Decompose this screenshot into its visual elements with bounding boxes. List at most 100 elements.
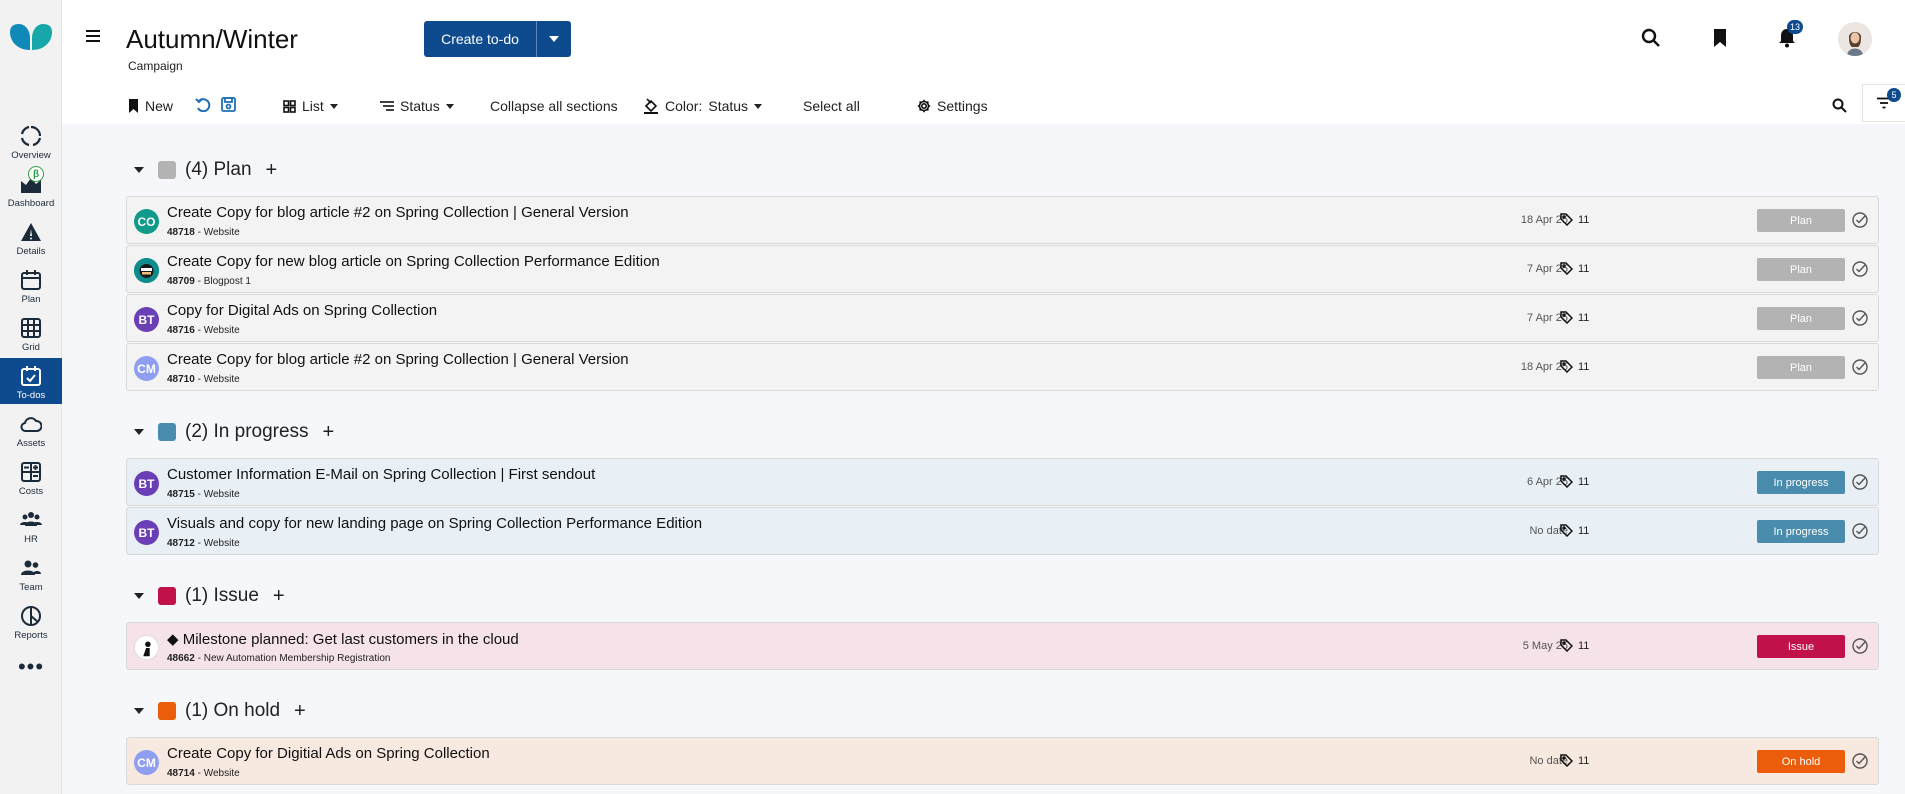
save-icon[interactable] <box>221 97 236 112</box>
select-all-button[interactable]: Select all <box>803 96 860 116</box>
new-view-button[interactable]: New <box>128 96 173 116</box>
todo-channel: Website <box>203 374 240 385</box>
status-badge[interactable]: On hold <box>1757 750 1845 773</box>
complete-check-icon[interactable] <box>1851 637 1869 655</box>
todo-meta: 48718 - Website <box>167 227 240 238</box>
search-list-icon[interactable] <box>1832 98 1847 113</box>
add-todo-plus-icon[interactable]: + <box>266 159 278 182</box>
todo-row[interactable]: Create Copy for new blog article on Spri… <box>126 245 1879 293</box>
meta-separator: - <box>197 325 201 336</box>
complete-check-icon[interactable] <box>1851 473 1869 491</box>
todo-title: Visuals and copy for new landing page on… <box>167 515 703 532</box>
status-badge[interactable]: Plan <box>1757 307 1845 330</box>
create-todo-button[interactable]: Create to-do <box>424 21 536 57</box>
complete-check-icon[interactable] <box>1851 211 1869 229</box>
section-collapse-caret-icon[interactable] <box>134 593 144 599</box>
create-todo-dropdown-button[interactable] <box>536 21 571 57</box>
todo-id: 48662 <box>167 653 195 664</box>
tag-icon <box>1560 639 1573 652</box>
sidebar-item-team[interactable]: Team <box>0 550 62 596</box>
tag-icon <box>1560 360 1573 373</box>
tag-icon <box>1560 524 1573 537</box>
settings-button[interactable]: Settings <box>917 96 988 116</box>
meta-separator: - <box>197 276 201 287</box>
todo-title: Create Copy for blog article #2 on Sprin… <box>167 204 629 221</box>
notification-count-badge: 13 <box>1787 20 1804 34</box>
person-silhouette-icon <box>135 636 158 659</box>
sidebar-item-costs[interactable]: Costs <box>0 454 62 500</box>
search-icon[interactable] <box>1641 28 1661 48</box>
bookmark-icon[interactable] <box>1710 28 1730 48</box>
todo-meta: 48710 - Website <box>167 374 240 385</box>
assignee-avatar: CM <box>134 356 159 381</box>
section-header-in-progress: (2) In progress + <box>134 420 334 444</box>
add-todo-plus-icon[interactable]: + <box>323 421 335 444</box>
complete-check-icon[interactable] <box>1851 358 1869 376</box>
todo-tag-count: 11 <box>1560 639 1589 652</box>
sidebar-item-dashboard[interactable]: β Dashboard <box>0 166 62 212</box>
sidebar-item-label: Reports <box>14 630 48 641</box>
tag-count-value: 11 <box>1578 311 1590 324</box>
section-collapse-caret-icon[interactable] <box>134 708 144 714</box>
section-collapse-caret-icon[interactable] <box>134 429 144 435</box>
add-todo-plus-icon[interactable]: + <box>294 700 306 723</box>
todo-tag-count: 11 <box>1560 475 1589 488</box>
sidebar-item-overview[interactable]: Overview <box>0 118 62 164</box>
user-avatar[interactable] <box>1838 22 1872 56</box>
more-menu-icon[interactable]: ••• <box>0 656 62 678</box>
todo-tag-count: 11 <box>1560 754 1589 767</box>
sidebar-item-label: Plan <box>21 294 41 305</box>
chevron-down-icon <box>754 103 763 109</box>
notifications-button[interactable]: 13 <box>1777 20 1804 48</box>
section-collapse-caret-icon[interactable] <box>134 167 144 173</box>
todo-row[interactable]: ◆ Milestone planned: Get last customers … <box>126 622 1879 670</box>
sidebar-item-reports[interactable]: Reports <box>0 598 62 644</box>
view-type-dropdown[interactable]: List <box>283 96 338 116</box>
todo-id: 48710 <box>167 374 195 385</box>
cloud-icon <box>20 417 42 432</box>
color-by-dropdown[interactable]: Color: Status <box>643 96 763 116</box>
assignee-avatar: CM <box>134 750 159 775</box>
todo-row[interactable]: CM Create Copy for blog article #2 on Sp… <box>126 343 1879 391</box>
status-badge[interactable]: Plan <box>1757 258 1845 281</box>
add-todo-plus-icon[interactable]: + <box>273 585 285 608</box>
complete-check-icon[interactable] <box>1851 260 1869 278</box>
todo-row[interactable]: BT Customer Information E-Mail on Spring… <box>126 458 1879 506</box>
todo-row[interactable]: BT Copy for Digital Ads on Spring Collec… <box>126 294 1879 342</box>
paint-bucket-icon <box>644 98 658 114</box>
view-type-label: List <box>302 98 324 114</box>
sidebar-item-label: Overview <box>11 150 51 161</box>
sidebar-item-details[interactable]: Details <box>0 214 62 260</box>
todo-tag-count: 11 <box>1560 524 1589 537</box>
todo-row[interactable]: CO Create Copy for blog article #2 on Sp… <box>126 196 1879 244</box>
sidebar-item-grid[interactable]: Grid <box>0 310 62 356</box>
complete-check-icon[interactable] <box>1851 752 1869 770</box>
chevron-down-icon <box>549 36 559 42</box>
chevron-down-icon <box>445 103 454 109</box>
sidebar-item-label: Dashboard <box>7 198 55 209</box>
status-badge[interactable]: In progress <box>1757 520 1845 543</box>
complete-check-icon[interactable] <box>1851 522 1869 540</box>
status-badge[interactable]: Issue <box>1757 635 1845 658</box>
app-logo-icon[interactable] <box>8 22 54 54</box>
sidebar-item-todos[interactable]: To-dos <box>0 358 62 404</box>
todo-row[interactable]: CM Create Copy for Digitial Ads on Sprin… <box>126 737 1879 785</box>
sidebar-item-plan[interactable]: Plan <box>0 262 62 308</box>
status-badge[interactable]: Plan <box>1757 209 1845 232</box>
sidebar-item-hr[interactable]: HR <box>0 502 62 548</box>
status-badge[interactable]: Plan <box>1757 356 1845 379</box>
todo-row[interactable]: BT Visuals and copy for new landing page… <box>126 507 1879 555</box>
meta-separator: - <box>197 374 201 385</box>
hamburger-menu-icon[interactable] <box>86 30 100 42</box>
complete-check-icon[interactable] <box>1851 309 1869 327</box>
status-badge[interactable]: In progress <box>1757 471 1845 494</box>
filter-button[interactable]: 5 <box>1862 84 1905 122</box>
user-portrait-icon <box>1838 22 1872 56</box>
todo-tag-count: 11 <box>1560 311 1589 324</box>
sidebar-item-assets[interactable]: Assets <box>0 406 62 452</box>
collapse-all-button[interactable]: Collapse all sections <box>490 96 618 116</box>
group-by-dropdown[interactable]: Status <box>380 96 454 116</box>
create-todo-button-group: Create to-do <box>424 21 571 57</box>
undo-icon[interactable] <box>195 98 211 112</box>
section-title: (1) On hold <box>185 700 281 721</box>
